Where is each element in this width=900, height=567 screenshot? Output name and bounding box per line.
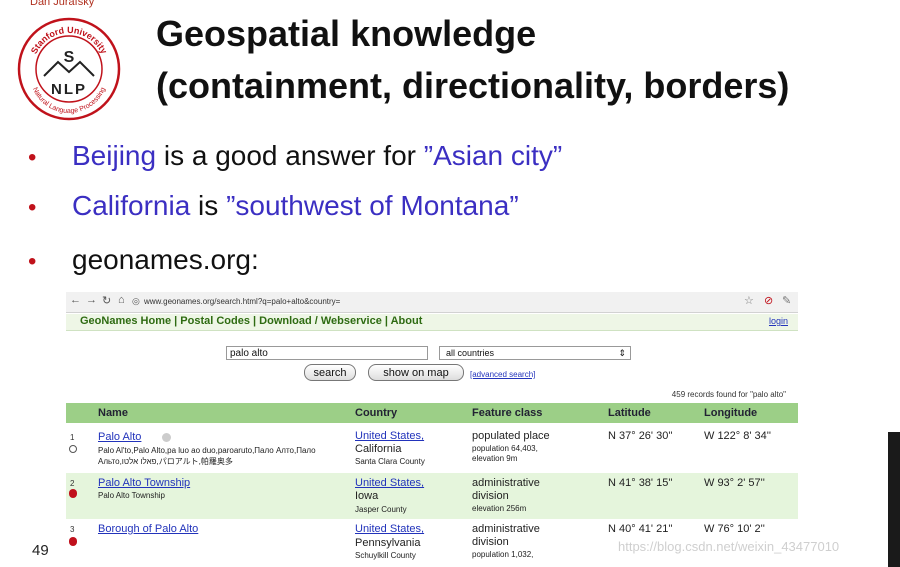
bullet-2-quote: ”southwest of Montana”	[226, 190, 519, 221]
place-name: Borough of Palo Alto	[98, 523, 199, 535]
search-input[interactable]: palo alto	[226, 346, 428, 360]
col-longitude: Longitude	[704, 407, 758, 419]
reload-icon[interactable]: ↻	[102, 294, 111, 307]
browser-toolbar: ← → ↻ ⌂ ◎ www.geonames.org/search.html?q…	[66, 292, 798, 313]
bullet-1: • Beijing is a good answer for ”Asian cit…	[28, 140, 562, 172]
records-found: 459 records found for "palo alto"	[671, 390, 786, 399]
browser-screenshot: ← → ↻ ⌂ ◎ www.geonames.org/search.html?q…	[66, 292, 798, 567]
place-name: Palo Alto Township	[98, 477, 191, 489]
country-select[interactable]: all countries ⇕	[439, 346, 631, 360]
place-link[interactable]: Borough of Palo Alto	[98, 523, 198, 535]
latitude: N 41° 38' 15''	[608, 477, 673, 489]
population: population 1,032,	[472, 550, 534, 559]
bullet-1-quote: ”Asian city”	[423, 140, 563, 171]
logo-nlp: NLP	[51, 81, 87, 98]
region: Pennsylvania	[355, 537, 421, 549]
col-feature-class: Feature class	[472, 407, 543, 419]
feature-class-line-2: division	[472, 490, 509, 502]
row-number: 3	[70, 525, 75, 534]
extension-icon[interactable]: ⊘	[764, 294, 773, 307]
county: Schuylkill County	[355, 551, 416, 560]
bullet-2-mid: is	[190, 190, 227, 221]
bullet-1-mid: is a good answer for	[156, 140, 424, 171]
watermark: https://blog.csdn.net/weixin_43477010	[618, 539, 840, 554]
slide-title: Geospatial knowledge (containment, direc…	[156, 8, 789, 112]
feature-class: administrative	[472, 477, 540, 489]
country-select-value: all countries	[446, 348, 495, 358]
select-arrow-icon: ⇕	[618, 348, 626, 358]
row-number: 1	[70, 433, 75, 442]
wrench-icon[interactable]: ✎	[782, 294, 791, 307]
county: Santa Clara County	[355, 457, 425, 466]
alternate-names: Palo Al'to,Palo Alto,pa luo ao duo,paroa…	[98, 446, 316, 466]
speaker-silhouette	[888, 432, 900, 567]
place-name: Palo Alto	[98, 431, 142, 443]
feature-class-line-2: division	[472, 536, 509, 548]
title-line-2: (containment, directionality, borders)	[156, 65, 790, 106]
bullet-1-term: Beijing	[72, 140, 157, 171]
back-arrow-icon[interactable]: ←	[70, 294, 81, 306]
feature-class: populated place	[472, 430, 550, 442]
results-header: Name Country Feature class Latitude Long…	[66, 403, 798, 423]
col-latitude: Latitude	[608, 407, 651, 419]
nav-links[interactable]: GeoNames Home | Postal Codes | Download …	[80, 315, 422, 327]
advanced-search-link[interactable]: [advanced search]	[470, 370, 535, 379]
slide-number: 49	[32, 542, 49, 559]
bullet-dot: •	[28, 248, 37, 275]
logo-s: S	[64, 49, 75, 66]
bullet-2-term: California	[72, 190, 191, 221]
col-name: Name	[98, 407, 128, 419]
table-row: 2 Palo Alto Township Palo Alto Township …	[66, 473, 798, 519]
region: Iowa	[355, 490, 379, 502]
geonames-nav: GeoNames Home | Postal Codes | Download …	[66, 314, 798, 331]
home-icon[interactable]: ⌂	[118, 294, 125, 306]
country-link[interactable]: United States,	[355, 430, 424, 442]
population: population 64,403,	[472, 444, 538, 453]
place-link[interactable]: Palo Alto	[98, 431, 141, 443]
row-number: 2	[70, 479, 75, 488]
elevation: elevation 9m	[472, 454, 518, 463]
map-pin-icon[interactable]	[69, 489, 77, 498]
page-globe-icon: ◎	[132, 296, 140, 306]
map-pin-icon[interactable]	[69, 537, 77, 546]
address-bar[interactable]: www.geonames.org/search.html?q=palo+alto…	[144, 295, 724, 308]
place-link[interactable]: Palo Alto Township	[98, 477, 190, 489]
bullet-3: • geonames.org:	[28, 244, 259, 276]
bullet-2: • California is ”southwest of Montana”	[28, 190, 519, 222]
map-pin-icon[interactable]	[69, 445, 77, 453]
author-label: Dan Jurafsky	[30, 0, 95, 8]
bullet-3-text: geonames.org:	[72, 244, 259, 275]
wikipedia-globe-icon[interactable]	[162, 433, 171, 442]
county: Jasper County	[355, 505, 407, 514]
table-row: 1 Palo Alto Palo Al'to,Palo Alto,pa luo …	[66, 423, 798, 473]
latitude: N 40° 41' 21''	[608, 523, 673, 535]
star-icon[interactable]: ☆	[744, 294, 754, 307]
region: California	[355, 443, 402, 455]
stanford-nlp-logo: Stanford University Natural Language Pro…	[17, 17, 121, 121]
title-line-1: Geospatial knowledge	[156, 13, 537, 54]
col-country: Country	[355, 407, 398, 419]
longitude: W 122° 8' 34''	[704, 430, 771, 442]
latitude: N 37° 26' 30''	[608, 430, 673, 442]
bullet-dot: •	[28, 194, 37, 221]
forward-arrow-icon[interactable]: →	[86, 294, 97, 306]
alternate-names: Palo Alto Township	[98, 491, 166, 500]
longitude: W 93° 2' 57''	[704, 477, 765, 489]
login-link[interactable]: login	[769, 316, 788, 326]
country-link[interactable]: United States,	[355, 523, 424, 535]
search-button[interactable]: search	[304, 364, 356, 381]
show-on-map-button[interactable]: show on map	[368, 364, 464, 381]
feature-class: administrative	[472, 523, 540, 535]
bullet-dot: •	[28, 144, 37, 171]
country-link[interactable]: United States,	[355, 477, 424, 489]
elevation: elevation 256m	[472, 504, 527, 513]
longitude: W 76° 10' 2''	[704, 523, 765, 535]
